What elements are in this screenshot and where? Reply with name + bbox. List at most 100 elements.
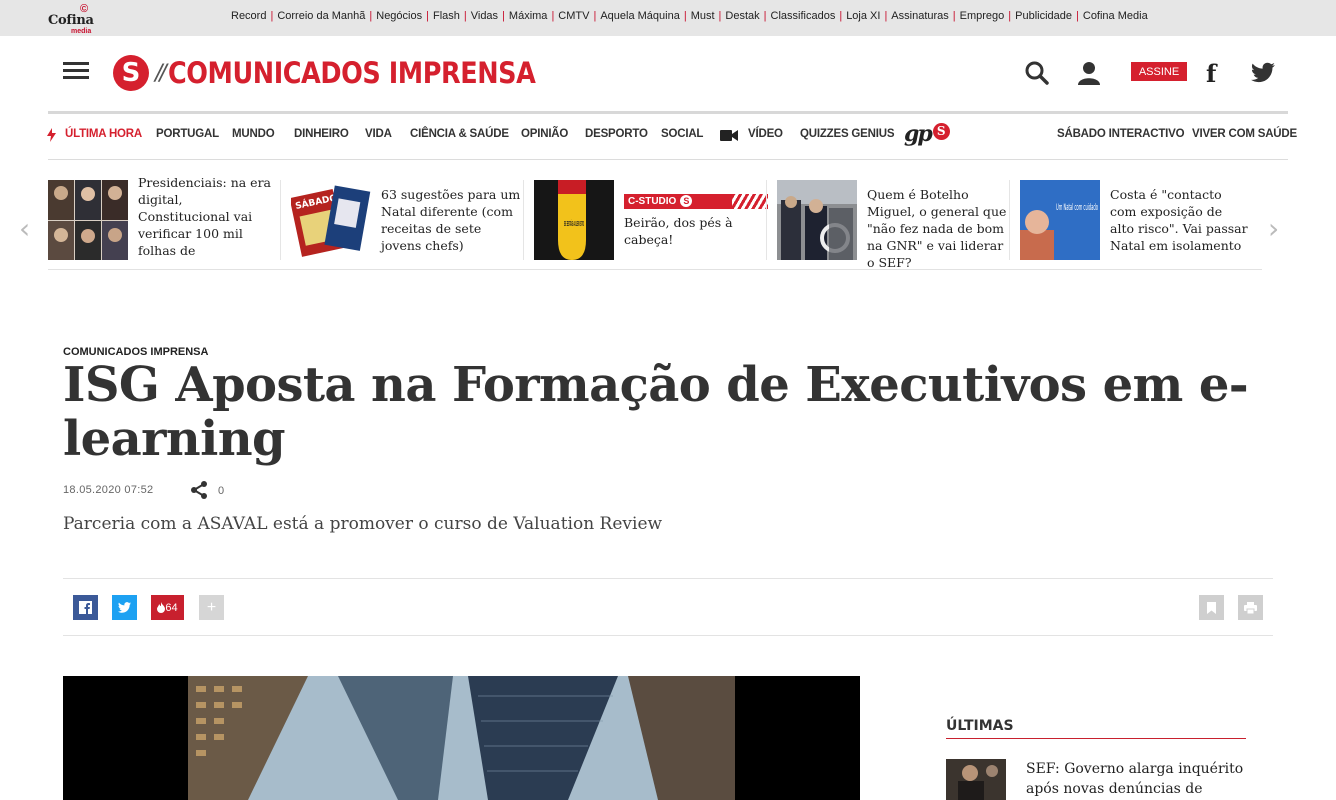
network-link-separator: | — [270, 10, 274, 22]
facebook-icon[interactable]: f — [1206, 59, 1216, 88]
cofina-logo[interactable]: © Cofina media — [48, 3, 94, 35]
network-link[interactable]: Record — [231, 10, 266, 22]
brand-separator: // — [155, 60, 167, 86]
nav-social[interactable]: SOCIAL — [661, 128, 703, 140]
network-link[interactable]: Must — [691, 10, 715, 22]
news-carousel: Presidenciais: na era digital, Constituc… — [48, 170, 1262, 270]
nav-ciencia-saude[interactable]: CIÊNCIA & SAÚDE — [410, 128, 509, 140]
network-link-separator: | — [718, 10, 722, 22]
card-thumbnail: SÁBADO — [291, 180, 371, 260]
network-link-separator: | — [683, 10, 687, 22]
c-studio-badge: C-STUDIO S — [624, 194, 768, 209]
network-link[interactable]: Vidas — [471, 10, 498, 22]
card-title: Quem é Botelho Miguel, o general que "nã… — [867, 187, 1007, 270]
brand-logo[interactable]: S // COMUNICADOS IMPRENSA — [113, 54, 585, 92]
carousel-next-icon[interactable]: › — [1268, 212, 1279, 245]
carousel-card[interactable]: Quem é Botelho Miguel, o general que "nã… — [777, 180, 1020, 269]
network-link[interactable]: Publicidade — [1015, 10, 1072, 22]
carousel-card[interactable]: SE ESTÁS A LER ISTO C-STUDIOS Beirão, do… — [534, 180, 777, 260]
nav-ultima-hora[interactable]: ÚLTIMA HORA — [65, 128, 142, 140]
gps-logo-s: S — [932, 123, 950, 140]
card-thumbnail — [777, 180, 857, 260]
main-nav: ÚLTIMA HORA PORTUGAL MUNDO DINHEIRO VIDA… — [47, 114, 1297, 160]
bookmark-button[interactable] — [1199, 595, 1224, 620]
network-link-separator: | — [502, 10, 505, 22]
video-camera-icon — [720, 130, 738, 141]
article-lead: Parceria com a ASAVAL está a promover o … — [63, 514, 663, 534]
nav-quizzes-genius[interactable]: QUIZZES GENIUS — [800, 128, 895, 140]
card-title: Costa é "contacto com exposição de alto … — [1110, 187, 1248, 253]
card-divider — [280, 180, 281, 260]
article-date: 18.05.2020 07:52 — [63, 484, 154, 496]
flame-icon — [157, 602, 166, 613]
carousel-prev-icon[interactable]: ‹ — [19, 212, 30, 245]
share-twitter-button[interactable] — [112, 595, 137, 620]
latest-item-thumbnail[interactable] — [946, 759, 1006, 800]
nav-viver-com-saude[interactable]: VIVER COM SAÚDE — [1192, 128, 1297, 140]
network-link-separator: | — [551, 10, 555, 22]
menu-icon[interactable] — [63, 62, 89, 80]
network-link[interactable]: Destak — [725, 10, 759, 22]
nav-dinheiro[interactable]: DINHEIRO — [294, 128, 349, 140]
network-link-separator: | — [763, 10, 767, 22]
facebook-icon — [79, 601, 92, 614]
card-title: Beirão, dos pés à cabeça! — [624, 215, 733, 247]
hero-image[interactable] — [63, 676, 860, 800]
subscribe-button[interactable]: ASSINE — [1131, 62, 1187, 81]
nav-video[interactable]: VÍDEO — [748, 128, 783, 140]
share-icon[interactable] — [190, 481, 208, 499]
network-link-separator: | — [839, 10, 843, 22]
printer-icon — [1244, 601, 1257, 614]
lightning-icon — [47, 128, 56, 142]
skyscrapers-photo — [188, 676, 735, 800]
c-studio-label: C-STUDIO — [628, 196, 677, 207]
card-divider — [1009, 180, 1010, 260]
nav-portugal[interactable]: PORTUGAL — [156, 128, 219, 140]
nav-desporto[interactable]: DESPORTO — [585, 128, 648, 140]
carousel-card[interactable]: Um Natal com cuidado Costa é "contacto c… — [1020, 180, 1262, 260]
user-icon[interactable] — [1076, 60, 1102, 86]
network-link[interactable]: CMTV — [558, 10, 589, 22]
more-share-button[interactable]: + — [199, 595, 224, 620]
latest-heading: ÚLTIMAS — [946, 718, 1246, 739]
nav-opiniao[interactable]: OPINIÃO — [521, 128, 568, 140]
nav-vida[interactable]: VIDA — [365, 128, 392, 140]
article-title: ISG Aposta na Formação de Executivos em … — [63, 357, 1249, 467]
card-thumbnail — [48, 180, 128, 260]
sock-text: SE ESTÁS A LER ISTO — [564, 219, 584, 228]
network-link[interactable]: Aquela Máquina — [600, 10, 680, 22]
nav-mundo[interactable]: MUNDO — [232, 128, 275, 140]
gps-logo-text: gp — [904, 121, 933, 147]
c-studio-s-icon: S — [680, 195, 693, 207]
network-link[interactable]: Assinaturas — [891, 10, 948, 22]
carousel-card[interactable]: Presidenciais: na era digital, Constituc… — [48, 175, 291, 260]
network-link[interactable]: Correio da Manhã — [277, 10, 365, 22]
gps-logo[interactable]: gp S — [904, 121, 950, 147]
carousel-card[interactable]: SÁBADO 63 sugestões para um Natal difere… — [291, 180, 534, 260]
sabado-logo-icon: S — [113, 55, 149, 91]
latest-item-title[interactable]: SEF: Governo alarga inquérito após novas… — [1026, 759, 1246, 799]
card-divider — [523, 180, 524, 260]
network-link-separator: | — [952, 10, 956, 22]
network-link-separator: | — [884, 10, 888, 22]
network-link[interactable]: Emprego — [960, 10, 1005, 22]
print-button[interactable] — [1238, 595, 1263, 620]
network-link[interactable]: Cofina Media — [1083, 10, 1148, 22]
network-link[interactable]: Classificados — [771, 10, 836, 22]
network-link-separator: | — [426, 10, 429, 22]
search-icon[interactable] — [1024, 60, 1050, 86]
share-facebook-button[interactable] — [73, 595, 98, 620]
reactions-button[interactable]: 64 — [151, 595, 184, 620]
card-title: 63 sugestões para um Natal diferente (co… — [381, 187, 521, 253]
network-link[interactable]: Flash — [433, 10, 460, 22]
twitter-icon — [118, 602, 131, 613]
network-link-separator: | — [593, 10, 597, 22]
natal-text: Um Natal com cuidado — [1056, 203, 1098, 213]
nav-sabado-interactivo[interactable]: SÁBADO INTERACTIVO — [1057, 128, 1185, 140]
network-link[interactable]: Loja XI — [846, 10, 880, 22]
twitter-icon[interactable] — [1250, 60, 1276, 86]
network-link-separator: | — [369, 10, 373, 22]
network-link[interactable]: Negócios — [376, 10, 422, 22]
network-links: Record | Correio da Manhã | Negócios | Flash | V… — [231, 10, 1148, 22]
network-link[interactable]: Máxima — [509, 10, 548, 22]
